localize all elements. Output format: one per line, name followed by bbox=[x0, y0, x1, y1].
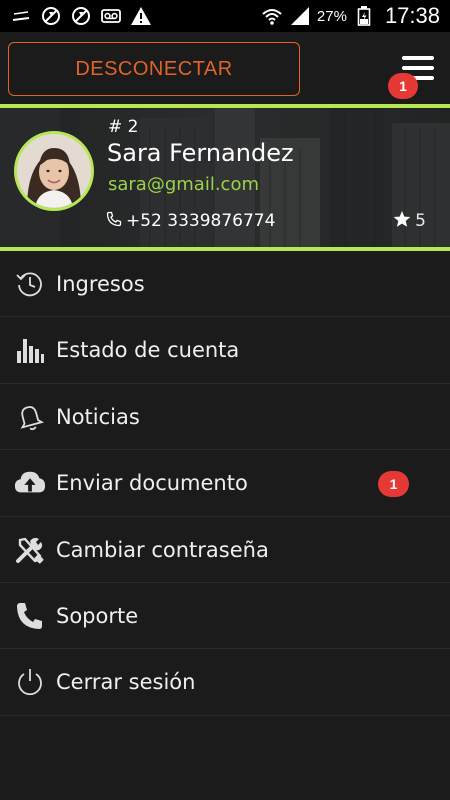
menu-item-label: Ingresos bbox=[56, 272, 145, 296]
menu-item-label: Soporte bbox=[56, 603, 139, 628]
status-bar-left bbox=[10, 4, 152, 28]
no-sync-icon bbox=[40, 5, 62, 27]
warning-icon bbox=[130, 5, 152, 27]
status-bar-right: 27% 17:38 bbox=[261, 3, 440, 28]
user-name: Sara Fernandez bbox=[107, 139, 294, 167]
phone-small-icon bbox=[106, 211, 122, 231]
menu-notification-badge: 1 bbox=[388, 73, 418, 99]
phone-row: +52 3339876774 bbox=[106, 210, 275, 232]
user-phone: +52 3339876774 bbox=[126, 211, 276, 231]
avatar[interactable] bbox=[14, 131, 94, 211]
signal-icon bbox=[289, 5, 311, 27]
menu-item-cambiar-contrasena[interactable]: Cambiar contraseña bbox=[0, 517, 450, 583]
wifi-icon bbox=[261, 5, 283, 27]
voicemail-icon bbox=[100, 5, 122, 27]
rating-value: 5 bbox=[415, 211, 426, 231]
menu-item-estado-de-cuenta[interactable]: Estado de cuenta bbox=[0, 317, 450, 384]
battery-icon bbox=[353, 5, 375, 27]
history-icon bbox=[14, 269, 46, 299]
menu-item-label: Estado de cuenta bbox=[56, 338, 240, 363]
profile-header: # 2 Sara Fernandez sara@gmail.com +52 33… bbox=[0, 108, 450, 247]
menu-item-ingresos[interactable]: Ingresos bbox=[0, 251, 450, 318]
star-icon bbox=[393, 210, 411, 232]
menu-item-label: Cerrar sesión bbox=[56, 670, 196, 695]
menu-item-enviar-documento[interactable]: Enviar documento 1 bbox=[0, 450, 450, 517]
menu-item-label: Cambiar contraseña bbox=[56, 537, 269, 562]
menu-item-label: Noticias bbox=[56, 404, 140, 429]
battery-percent: 27% bbox=[316, 7, 347, 25]
menu-item-label: Enviar documento bbox=[56, 471, 248, 496]
power-icon bbox=[14, 667, 46, 697]
top-bar: DESCONECTAR bbox=[0, 32, 450, 104]
bell-icon bbox=[14, 402, 46, 432]
phone-icon bbox=[14, 601, 46, 631]
document-notification-badge: 1 bbox=[378, 471, 409, 498]
disconnect-button[interactable]: DESCONECTAR bbox=[8, 42, 300, 96]
no-sync-icon bbox=[70, 5, 92, 27]
menu-list: Ingresos Estado de cuenta Noticias Envia… bbox=[0, 251, 450, 716]
menu-item-soporte[interactable]: Soporte bbox=[0, 583, 450, 650]
status-bar: 27% 17:38 bbox=[0, 0, 450, 32]
menu-item-cerrar-sesion[interactable]: Cerrar sesión bbox=[0, 649, 450, 716]
no-signal-icon bbox=[10, 5, 32, 27]
menu-item-noticias[interactable]: Noticias bbox=[0, 384, 450, 451]
cloud-upload-icon bbox=[14, 468, 46, 498]
clock: 17:38 bbox=[384, 3, 440, 28]
user-number: # 2 bbox=[108, 117, 139, 137]
bar-chart-icon bbox=[14, 335, 46, 365]
user-email: sara@gmail.com bbox=[108, 174, 259, 195]
rating: 5 bbox=[393, 210, 426, 232]
tools-icon bbox=[14, 535, 46, 565]
disconnect-label: DESCONECTAR bbox=[75, 57, 233, 80]
